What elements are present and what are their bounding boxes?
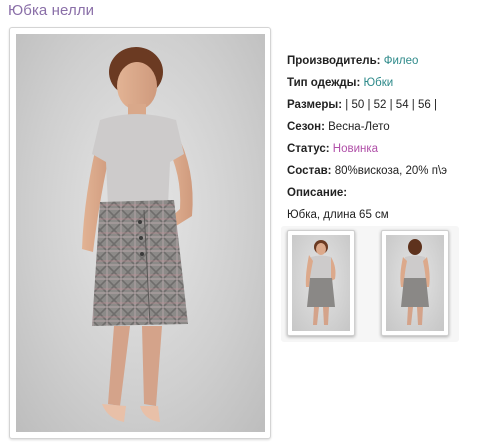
page-title: Юбка нелли: [8, 2, 95, 19]
manufacturer-label: Производитель:: [287, 55, 381, 67]
thumbnail-front-illustration: [305, 240, 336, 325]
sizes-row: Размеры: | 50 | 52 | 54 | 56 |: [287, 94, 482, 116]
sizes-value: | 50 | 52 | 54 | 56 |: [345, 99, 437, 111]
season-label: Сезон:: [287, 121, 325, 133]
model-illustration: [82, 47, 193, 422]
product-details: Производитель: Филео Тип одежды: Юбки Ра…: [287, 50, 482, 226]
main-product-photo[interactable]: [16, 34, 265, 432]
sizes-label: Размеры:: [287, 99, 343, 111]
description-label: Описание:: [287, 187, 348, 199]
thumbnail-back-image[interactable]: [386, 235, 444, 331]
description-label-row: Описание:: [287, 182, 482, 204]
description-row: Юбка, длина 65 см: [287, 204, 482, 226]
manufacturer-row: Производитель: Филео: [287, 50, 482, 72]
thumbnail-back-illustration: [400, 239, 430, 325]
description-value: Юбка, длина 65 см: [287, 209, 389, 221]
thumbnail-back[interactable]: [381, 230, 449, 336]
season-row: Сезон: Весна-Лето: [287, 116, 482, 138]
status-label: Статус:: [287, 143, 330, 155]
main-product-photo-frame[interactable]: [9, 27, 271, 439]
thumbnail-front-image[interactable]: [292, 235, 350, 331]
manufacturer-link[interactable]: Филео: [384, 55, 419, 67]
status-row: Статус: Новинка: [287, 138, 482, 160]
status-link[interactable]: Новинка: [333, 143, 378, 155]
thumbnail-front[interactable]: [287, 230, 355, 336]
type-link[interactable]: Юбки: [364, 77, 394, 89]
composition-row: Состав: 80%вискоза, 20% п\э: [287, 160, 482, 182]
season-value: Весна-Лето: [328, 121, 390, 133]
type-row: Тип одежды: Юбки: [287, 72, 482, 94]
composition-label: Состав:: [287, 165, 332, 177]
type-label: Тип одежды:: [287, 77, 361, 89]
composition-value: 80%вискоза, 20% п\э: [334, 165, 448, 177]
